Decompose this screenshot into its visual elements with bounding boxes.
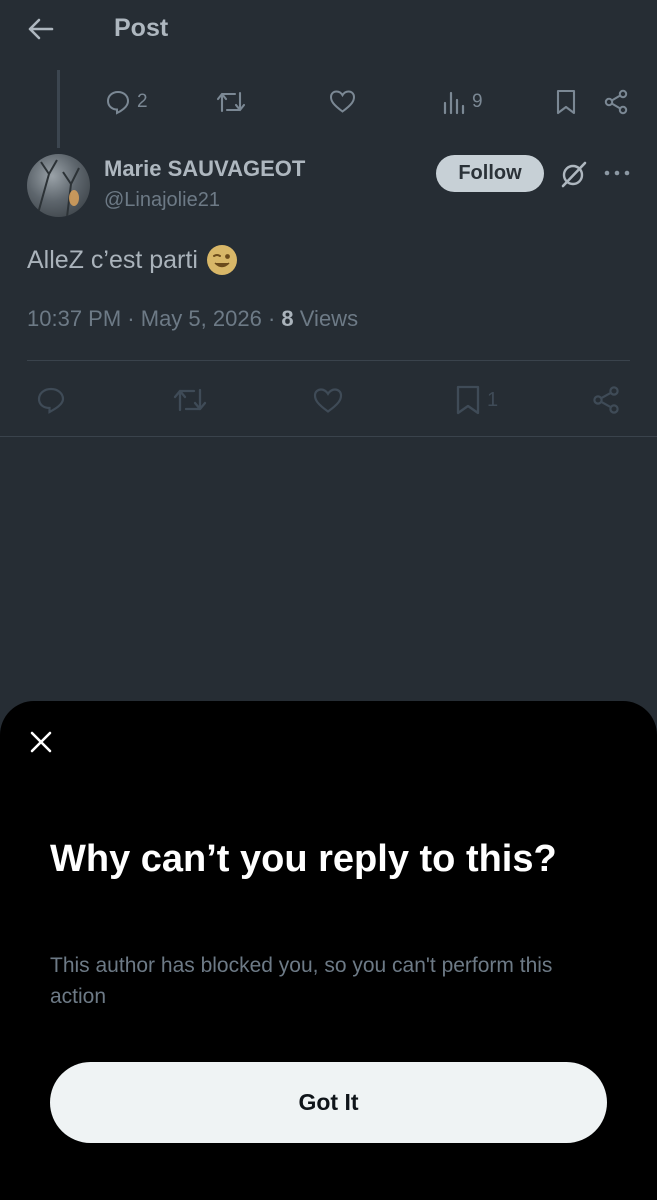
parent-reply-count: 2 — [137, 91, 148, 112]
follow-button[interactable]: Follow — [436, 155, 544, 192]
author-handle[interactable]: @Linajolie21 — [104, 189, 220, 212]
sheet-title: Why can’t you reply to this? — [50, 838, 557, 880]
bookmark-button[interactable]: 1 — [455, 385, 498, 415]
views-chart-icon — [443, 91, 465, 115]
post-time: 10:37 PM — [27, 306, 122, 331]
reply-icon — [106, 90, 130, 115]
grok-button[interactable] — [559, 159, 589, 189]
close-icon — [30, 731, 52, 753]
share-icon — [593, 386, 619, 414]
parent-share-button[interactable] — [603, 89, 629, 115]
reply-button[interactable] — [36, 386, 66, 414]
divider — [27, 360, 630, 361]
parent-like-button[interactable] — [329, 89, 356, 114]
bookmark-icon — [556, 89, 576, 115]
post-date: May 5, 2026 — [140, 306, 262, 331]
author-name[interactable]: Marie SAUVAGEOT — [104, 156, 305, 182]
avatar[interactable] — [27, 154, 90, 217]
winking-face-emoji-icon — [206, 245, 237, 275]
parent-views-button[interactable]: 9 — [442, 89, 483, 115]
parent-repost-button[interactable] — [216, 89, 246, 115]
post-meta: 10:37 PM · May 5, 2026 · 8 Views — [27, 306, 359, 331]
back-button[interactable] — [20, 12, 60, 46]
bookmark-icon — [456, 385, 480, 415]
more-options-button[interactable] — [604, 168, 630, 178]
parent-reply-button[interactable]: 2 — [105, 89, 148, 115]
reply-icon — [37, 387, 65, 414]
more-horizontal-icon — [604, 170, 630, 176]
thread-connector-line — [57, 70, 60, 148]
close-button[interactable] — [28, 729, 54, 755]
like-button[interactable] — [313, 387, 343, 414]
share-button[interactable] — [591, 385, 621, 415]
repost-icon — [216, 91, 246, 113]
heart-icon — [313, 388, 343, 413]
page-title: Post — [114, 14, 169, 42]
view-count: 8 — [281, 306, 294, 331]
share-icon — [604, 89, 628, 115]
views-label[interactable]: Views — [300, 306, 358, 331]
post-text: AlleZ c’est parti — [27, 244, 238, 276]
divider — [0, 436, 657, 437]
parent-view-count: 9 — [472, 91, 483, 112]
sheet-description: This author has blocked you, so you can'… — [50, 954, 553, 1008]
parent-bookmark-button[interactable] — [555, 89, 577, 115]
arrow-left-icon — [28, 18, 54, 40]
repost-button[interactable] — [173, 386, 207, 414]
bookmark-count: 1 — [487, 388, 499, 411]
post-text-content: AlleZ c’est parti — [27, 245, 198, 274]
avatar-image — [36, 159, 80, 217]
got-it-button[interactable]: Got It — [50, 1062, 607, 1143]
top-bar: Post — [0, 0, 657, 60]
repost-icon — [173, 388, 207, 412]
grok-icon — [561, 161, 587, 188]
heart-icon — [329, 90, 356, 113]
